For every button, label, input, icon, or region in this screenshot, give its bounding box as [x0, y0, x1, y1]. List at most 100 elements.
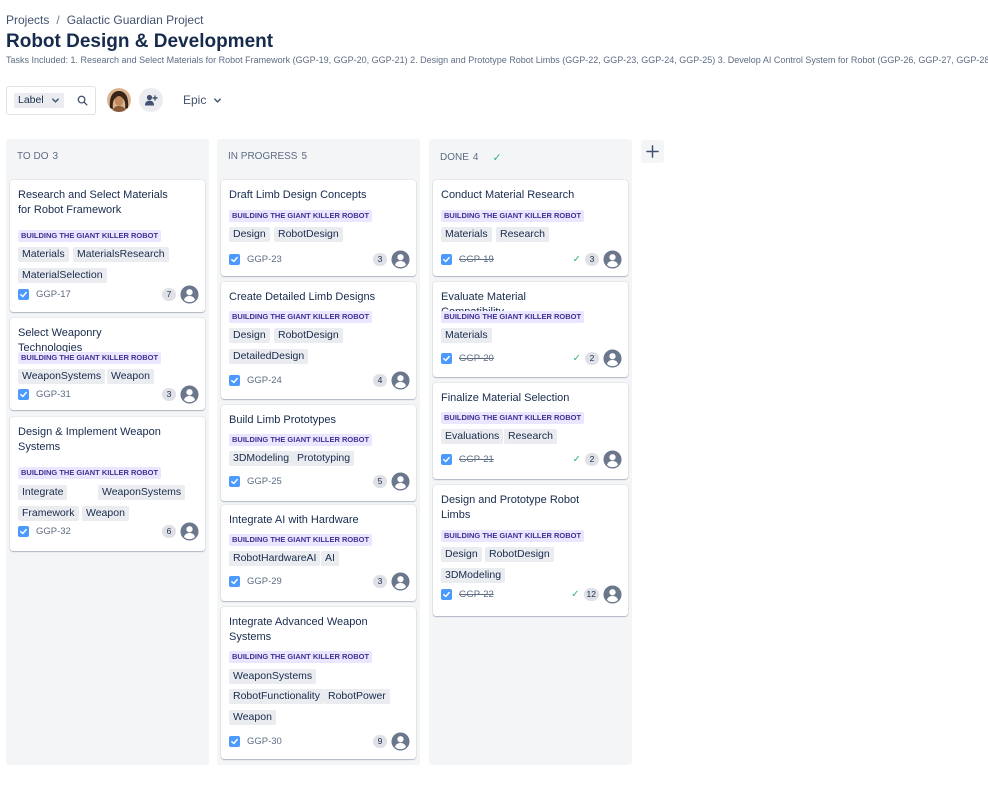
issue-label[interactable]: 3DModeling [229, 451, 294, 466]
issue-key[interactable]: GGP-23 [247, 254, 282, 265]
issue-label[interactable]: Design [441, 547, 482, 562]
user-avatar-icon[interactable] [603, 584, 622, 604]
column-name: IN PROGRESS [228, 151, 298, 162]
issue-label[interactable]: Evaluations [441, 429, 504, 444]
issue-card[interactable]: Integrate Advanced Weapon Systems BUILDIN… [221, 607, 416, 759]
epic-lozenge[interactable]: BUILDING THE GIANT KILLER ROBOT [441, 530, 585, 542]
issue-label[interactable]: Weapon [229, 710, 276, 725]
issue-card[interactable]: Draft Limb Design Concepts BUILDING THE G… [221, 180, 416, 276]
issue-label[interactable]: WeaponSystems [229, 669, 317, 684]
issue-key[interactable]: GGP-22 [459, 589, 494, 600]
issue-key[interactable]: GGP-29 [247, 576, 282, 587]
issue-label[interactable]: Materials [18, 247, 69, 262]
issue-key[interactable]: GGP-31 [36, 389, 71, 400]
issue-label[interactable]: Materials [441, 227, 492, 242]
issue-label[interactable]: Framework [18, 506, 79, 521]
epic-lozenge[interactable]: BUILDING THE GIANT KILLER ROBOT [229, 311, 373, 323]
issue-card[interactable]: Build Limb Prototypes BUILDING THE GIANT … [221, 405, 416, 501]
create-column-button[interactable] [641, 140, 664, 163]
issue-key[interactable]: GGP-24 [247, 375, 282, 386]
epic-lozenge[interactable]: BUILDING THE GIANT KILLER ROBOT [229, 651, 373, 663]
label-filter-label: Label [18, 93, 44, 106]
user-avatar-icon[interactable] [603, 449, 622, 469]
epic-lozenge[interactable]: BUILDING THE GIANT KILLER ROBOT [18, 230, 162, 242]
issue-card[interactable]: Design and Prototype Robot Limbs BUILDING… [433, 485, 628, 616]
issue-label[interactable]: Materials [441, 328, 492, 343]
user-avatar-icon[interactable] [391, 731, 410, 751]
issue-label[interactable]: WeaponSystems [98, 485, 186, 500]
issue-card[interactable]: Finalize Material Selection BUILDING THE … [433, 383, 628, 479]
checkbox-icon [441, 588, 452, 600]
issue-label[interactable]: AI [321, 551, 339, 566]
issue-label[interactable]: 3DModeling [441, 568, 506, 583]
column-count: 3 [52, 151, 59, 162]
issue-label[interactable]: Prototyping [293, 451, 355, 466]
issue-label[interactable]: RobotDesign [274, 227, 343, 242]
user-avatar-icon[interactable] [391, 571, 410, 591]
issue-card[interactable]: Research and Select Materials for Robot … [10, 180, 205, 312]
issue-label[interactable]: RobotFunctionality [229, 689, 324, 704]
epic-lozenge[interactable]: BUILDING THE GIANT KILLER ROBOT [229, 210, 373, 222]
column-header: IN PROGRESS 5 [228, 151, 307, 162]
issue-key[interactable]: GGP-19 [459, 254, 494, 265]
issue-card[interactable]: Integrate AI with Hardware BUILDING THE G… [221, 505, 416, 601]
issue-label[interactable]: DetailedDesign [229, 349, 309, 364]
issue-label[interactable]: Weapon [107, 369, 154, 384]
checkbox-icon [18, 525, 29, 537]
user-avatar[interactable] [107, 88, 131, 112]
issue-title: Create Detailed Limb Designs [229, 291, 376, 303]
issue-key[interactable]: GGP-21 [459, 454, 494, 465]
user-avatar-icon[interactable] [603, 249, 622, 269]
breadcrumb-projects-link[interactable]: Projects [6, 13, 49, 27]
issue-label[interactable]: RobotDesign [274, 328, 343, 343]
add-people-button[interactable] [139, 88, 163, 112]
issue-label[interactable]: Research [496, 227, 549, 242]
issue-key[interactable]: GGP-20 [459, 353, 494, 364]
issue-card[interactable]: Select Weaponry Technologies BUILDING THE… [10, 318, 205, 410]
user-avatar-icon[interactable] [391, 370, 410, 390]
issue-label[interactable]: MaterialsResearch [73, 247, 169, 262]
user-avatar-icon[interactable] [180, 384, 199, 404]
issue-label[interactable]: Integrate [18, 485, 68, 500]
page-title: Robot Design & Development [6, 31, 274, 52]
epic-lozenge[interactable]: BUILDING THE GIANT KILLER ROBOT [18, 352, 162, 364]
user-avatar-icon[interactable] [391, 249, 410, 269]
issue-key[interactable]: GGP-17 [36, 289, 71, 300]
issue-label[interactable]: MaterialSelection [18, 268, 107, 283]
done-check-icon: ✓ [572, 352, 581, 364]
issue-title: Integrate AI with Hardware [229, 514, 359, 526]
epic-lozenge[interactable]: BUILDING THE GIANT KILLER ROBOT [18, 467, 162, 479]
epic-filter-button[interactable]: Epic [175, 86, 230, 114]
epic-lozenge[interactable]: BUILDING THE GIANT KILLER ROBOT [441, 412, 585, 424]
issue-key[interactable]: GGP-30 [247, 736, 282, 747]
issue-label[interactable]: RobotHardwareAI [229, 551, 321, 566]
label-filter-button[interactable]: Label [14, 92, 64, 108]
breadcrumb-project-link[interactable]: Galactic Guardian Project [67, 13, 204, 27]
user-avatar-icon[interactable] [603, 348, 622, 368]
issue-label[interactable]: WeaponSystems [18, 369, 106, 384]
issue-key[interactable]: GGP-25 [247, 476, 282, 487]
user-avatar-icon[interactable] [180, 284, 199, 304]
issue-label[interactable]: Research [504, 429, 557, 444]
checkbox-icon [229, 735, 240, 747]
issue-label[interactable]: Weapon [82, 506, 129, 521]
issue-card[interactable]: Evaluate Material CompatibilityBUILDING … [433, 282, 628, 377]
issue-card[interactable]: Create Detailed Limb Designs BUILDING THE… [221, 282, 416, 399]
issue-label[interactable]: RobotDesign [485, 547, 554, 562]
issue-label[interactable]: RobotPower [324, 689, 390, 704]
column-header: DONE 4 ✓ [440, 151, 502, 164]
user-avatar-icon[interactable] [391, 471, 410, 491]
issue-label[interactable]: Design [229, 328, 270, 343]
story-points-badge: 3 [585, 252, 599, 266]
epic-lozenge[interactable]: BUILDING THE GIANT KILLER ROBOT [229, 434, 373, 446]
user-avatar-icon[interactable] [180, 521, 199, 541]
issue-card[interactable]: Conduct Material Research BUILDING THE GI… [433, 180, 628, 276]
plus-icon [646, 145, 659, 158]
epic-lozenge[interactable]: BUILDING THE GIANT KILLER ROBOT [229, 534, 373, 546]
issue-card[interactable]: Design & Implement Weapon Systems BUILDIN… [10, 417, 205, 551]
story-points-badge: 7 [162, 287, 176, 301]
issue-label[interactable]: Design [229, 227, 270, 242]
epic-lozenge[interactable]: BUILDING THE GIANT KILLER ROBOT [441, 311, 585, 323]
epic-lozenge[interactable]: BUILDING THE GIANT KILLER ROBOT [441, 210, 585, 222]
issue-key[interactable]: GGP-32 [36, 526, 71, 537]
